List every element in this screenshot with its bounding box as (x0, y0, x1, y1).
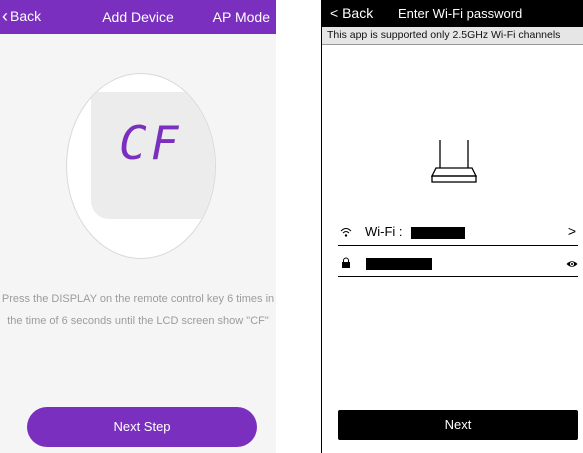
nav-bar: ‹ Back Add Device AP Mode (0, 0, 276, 34)
eye-icon[interactable] (566, 258, 578, 270)
page-title: Enter Wi-Fi password (398, 6, 523, 21)
back-button[interactable]: < Back (330, 5, 373, 21)
lock-icon (342, 257, 350, 268)
divider (338, 245, 578, 246)
wifi-name-redacted (411, 227, 465, 239)
wifi-label: Wi-Fi : (365, 224, 403, 239)
ap-mode-button[interactable]: AP Mode (213, 9, 270, 25)
divider (322, 44, 583, 45)
instruction-line-2: the time of 6 seconds until the LCD scre… (7, 315, 269, 327)
password-field[interactable] (338, 253, 578, 275)
wifi-password-screen: < Back Enter Wi-Fi password This app is … (321, 0, 583, 453)
lcd-screen: CF (91, 92, 215, 219)
instruction-text: Press the DISPLAY on the remote control … (0, 288, 276, 332)
next-button[interactable]: Next (338, 410, 578, 440)
router-icon (430, 140, 478, 183)
next-step-button[interactable]: Next Step (27, 407, 257, 447)
divider (338, 276, 578, 277)
password-redacted (366, 258, 432, 270)
wifi-select-row[interactable]: Wi-Fi : > (338, 222, 578, 244)
back-label: Back (342, 5, 374, 21)
wifi-icon (340, 228, 352, 237)
device-illustration: CF (66, 73, 216, 259)
chevron-right-icon: > (567, 223, 576, 239)
instruction-line-1: Press the DISPLAY on the remote control … (1, 293, 275, 305)
chevron-left-icon: < (330, 5, 339, 21)
nav-bar: < Back Enter Wi-Fi password (322, 0, 583, 27)
add-device-screen: ‹ Back Add Device AP Mode CF Press the D… (0, 0, 276, 453)
info-banner: This app is supported only 2.5GHz Wi-Fi … (322, 27, 583, 44)
lcd-display-code: CF (119, 116, 183, 170)
